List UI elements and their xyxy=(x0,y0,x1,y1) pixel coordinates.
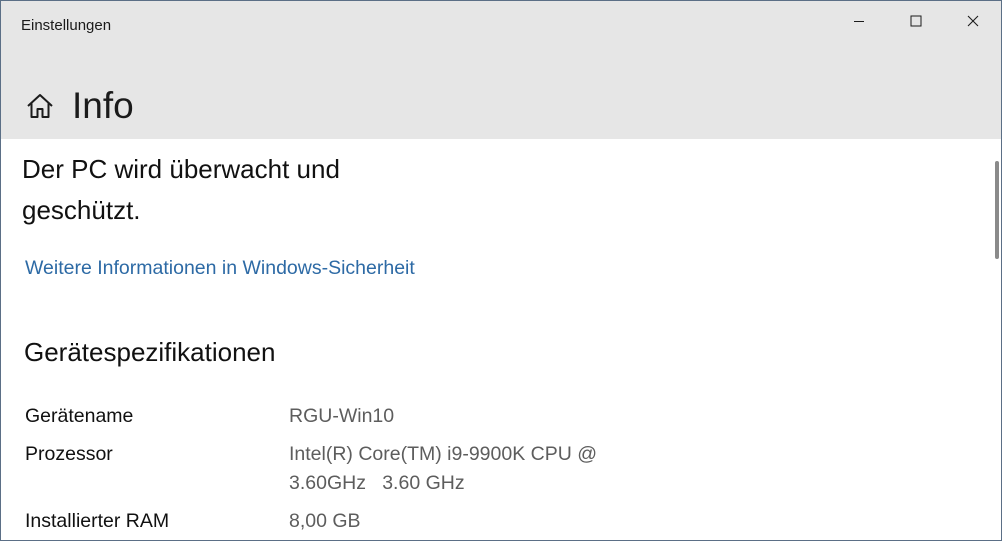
spec-value: RGU-Win10 xyxy=(289,405,395,427)
settings-window: Einstellungen Info Der PC wird überwacht… xyxy=(0,0,1002,541)
close-button[interactable] xyxy=(944,1,1001,41)
spec-label: Gerätename xyxy=(25,405,134,427)
content-area: Der PC wird überwacht und geschützt. Wei… xyxy=(1,139,1001,540)
minimize-icon xyxy=(854,21,864,22)
scrollbar-thumb[interactable] xyxy=(995,161,999,259)
page-header: Info xyxy=(1,79,701,135)
close-icon xyxy=(967,15,979,27)
home-icon[interactable] xyxy=(25,91,55,121)
spec-value: Intel(R) Core(TM) i9-9900K CPU @ 3.60GHz… xyxy=(289,443,603,494)
maximize-icon xyxy=(910,15,922,27)
protection-status: Der PC wird überwacht und geschützt. xyxy=(22,154,340,225)
window-title: Einstellungen xyxy=(21,17,112,34)
windows-security-link[interactable]: Weitere Informationen in Windows-Sicherh… xyxy=(25,257,415,280)
title-bar[interactable]: Einstellungen xyxy=(1,1,1001,45)
spec-value: 8,00 GB xyxy=(289,510,361,532)
minimize-button[interactable] xyxy=(830,1,888,41)
page-title: Info xyxy=(72,85,134,126)
spec-label: Installierter RAM xyxy=(25,510,170,532)
maximize-button[interactable] xyxy=(887,1,945,41)
device-specs-title: Gerätespezifikationen xyxy=(24,337,276,367)
spec-label: Prozessor xyxy=(25,443,113,465)
